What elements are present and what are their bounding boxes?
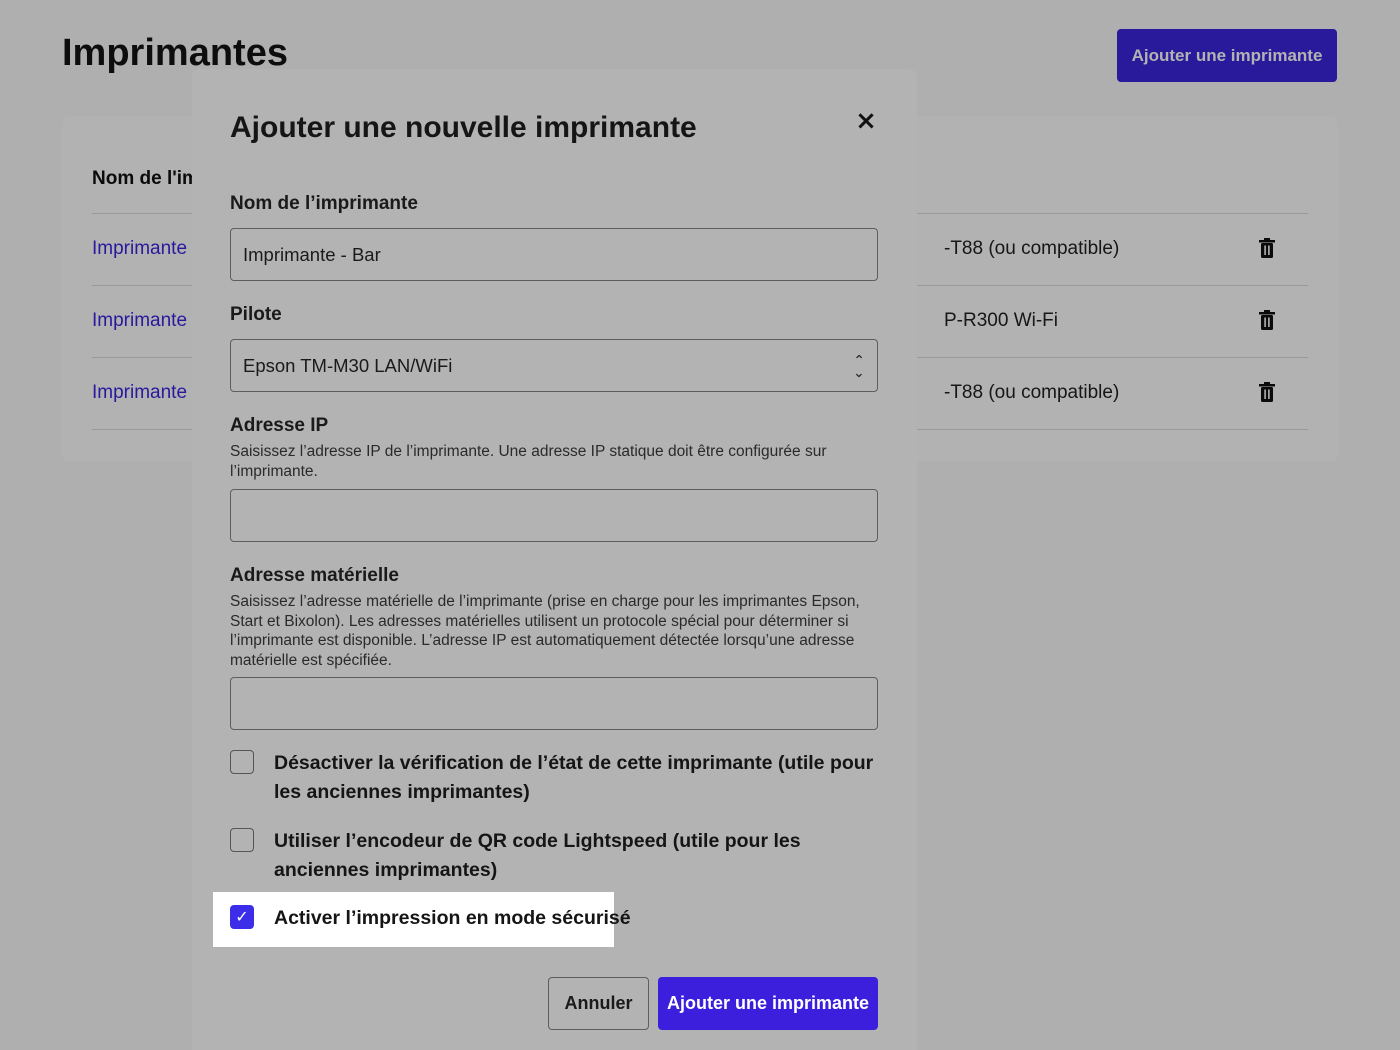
checkbox[interactable] [230, 750, 254, 774]
close-icon[interactable]: × [852, 107, 880, 135]
cancel-button[interactable]: Annuler [548, 977, 649, 1030]
ip-address-label: Adresse IP [230, 415, 329, 436]
hardware-address-label: Adresse matérielle [230, 565, 399, 586]
hardware-address-input[interactable] [230, 677, 878, 730]
option-label: Désactiver la vérification de l’état de … [274, 752, 874, 803]
driver-select[interactable]: Epson TM-M30 LAN/WiFi ⌃ ⌃ [230, 339, 878, 392]
checkmark-icon: ✓ [235, 907, 249, 926]
checkbox[interactable] [230, 828, 254, 852]
submit-add-printer-button[interactable]: Ajouter une imprimante [658, 977, 878, 1030]
checkbox-checked[interactable]: ✓ [230, 905, 254, 929]
driver-selected-value: Epson TM-M30 LAN/WiFi [243, 354, 453, 376]
chevron-updown-icon: ⌃ ⌃ [853, 352, 865, 379]
ip-address-input[interactable] [230, 489, 878, 542]
printer-name-input[interactable] [230, 228, 878, 281]
printer-name-label: Nom de l’imprimante [230, 193, 418, 214]
option-label: Activer l’impression en mode sécurisé [274, 907, 631, 929]
ip-address-help: Saisissez l’adresse IP de l’imprimante. … [230, 443, 827, 480]
add-printer-modal: Ajouter une nouvelle imprimante × Nom de… [192, 69, 917, 1050]
hardware-address-help: Saisissez l’adresse matérielle de l’impr… [230, 593, 860, 669]
modal-title: Ajouter une nouvelle imprimante [230, 111, 697, 144]
driver-label: Pilote [230, 304, 282, 325]
option-label: Utiliser l’encodeur de QR code Lightspee… [274, 830, 801, 881]
